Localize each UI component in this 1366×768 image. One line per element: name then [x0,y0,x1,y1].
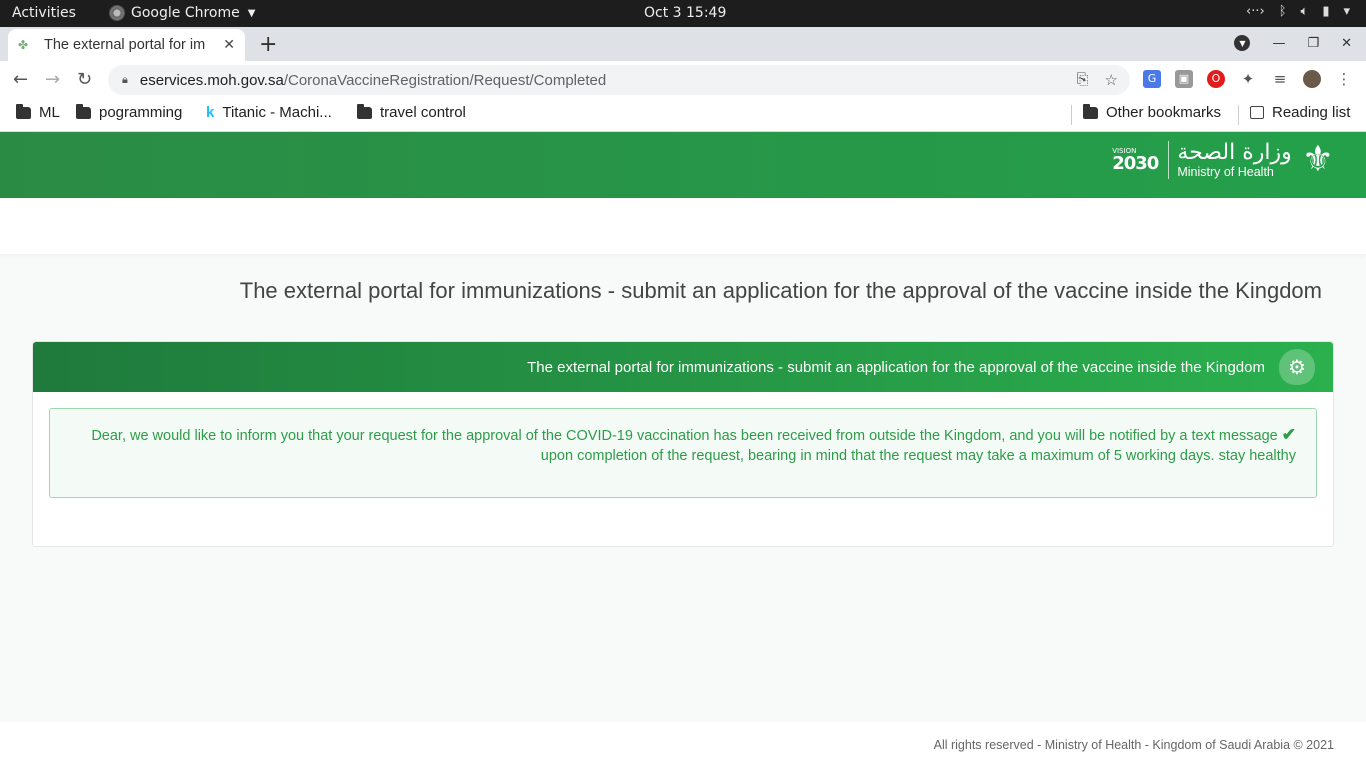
chevron-down-icon: ▾ [1343,4,1350,19]
other-bookmarks[interactable]: Other bookmarks [1083,103,1222,121]
url-path: /CoronaVaccineRegistration/Request/Compl… [283,71,607,89]
chrome-icon [109,5,125,21]
divider [1071,105,1072,125]
folder-icon [357,103,372,119]
copyright-text: All rights reserved - Ministry of Health… [933,738,1334,752]
vision-2030-logo: VISION 2030 [1112,147,1159,174]
page-title: The external portal for immunizations - … [239,278,1322,303]
omnibox-actions: ⎘ ☆ [1077,71,1118,89]
bookmark-label: Reading list [1272,104,1351,121]
bookmark-label: ML [39,104,60,121]
nav-strip [0,198,1366,254]
success-alert: Dear, we would like to inform you that y… [49,408,1317,498]
site-header: VISION 2030 وزارة الصحة Ministry of Heal… [0,132,1366,198]
browser-tab[interactable]: ✤ The external portal for im ✕ [8,29,245,61]
activities-button[interactable]: Activities [12,5,76,21]
new-tab-button[interactable]: + [259,32,277,57]
puzzle-extensions-icon[interactable]: ✦ [1239,70,1257,88]
kaggle-icon: k [206,104,215,121]
address-bar[interactable]: 🔒︎ eservices.moh.gov.sa/CoronaVaccineReg… [108,65,1130,95]
system-tray[interactable]: ‹··› ᛒ 🔈︎ ▮ ▾ [1246,4,1350,19]
tab-title: The external portal for im [44,37,206,53]
bookmarks-bar: ML pogramming k Titanic - Machi... trave… [0,98,1366,132]
alert-text-1: Dear, we would like to inform you that y… [91,428,1278,444]
divider [1238,105,1239,125]
tab-search-icon[interactable]: ▼ [1234,35,1251,51]
bookmark-label: pogramming [99,104,183,121]
vision-year: 2030 [1112,152,1159,174]
close-window-button[interactable]: ✕ [1341,36,1352,51]
shield-gear-icon: ⚙ [1279,349,1315,385]
opera-extension-icon[interactable]: O [1207,70,1225,88]
translate-icon[interactable]: ⎘ [1077,71,1089,89]
url-host: eservices.moh.gov.sa [139,71,284,89]
window-controls: ▼ — ❐ ✕ [1234,35,1352,51]
menu-icon[interactable]: ⋮ [1335,70,1353,88]
os-top-bar: Activities Google Chrome ▼ Oct 3 15:49 ‹… [0,0,1366,27]
bluetooth-icon: ᛒ [1278,4,1287,19]
browser-toolbar: ← → ↻ 🔒︎ eservices.moh.gov.sa/CoronaVacc… [0,61,1366,98]
tab-strip: ✤ The external portal for im ✕ + ▼ — ❐ ✕ [0,27,1366,61]
folder-icon [16,103,31,119]
profile-avatar[interactable] [1303,70,1321,88]
bookmark-folder-ml[interactable]: ML [16,103,60,121]
card-header: The external portal for immunizations - … [33,342,1333,392]
forward-button[interactable]: → [45,69,60,90]
reload-button[interactable]: ↻ [77,69,92,90]
extensions-area: G ▣ O ✦ ≡ ⋮ [1143,70,1353,88]
moh-logo[interactable]: VISION 2030 وزارة الصحة Ministry of Heal… [1112,140,1334,180]
ministry-name: وزارة الصحة Ministry of Health [1168,140,1292,179]
bookmark-label: travel control [380,104,466,121]
bookmark-folder-pogramming[interactable]: pogramming [76,103,183,121]
reading-list-icon [1250,106,1264,119]
restore-button[interactable]: ❐ [1307,36,1319,51]
network-icon: ‹··› [1246,4,1265,19]
alert-line-1: Dear, we would like to inform you that y… [70,425,1296,446]
folder-icon [76,103,91,119]
bookmark-titanic[interactable]: k Titanic - Machi... [206,104,332,121]
ministry-name-english: Ministry of Health [1177,165,1274,179]
folder-icon [1083,103,1098,119]
chevron-down-icon: ▼ [247,7,256,19]
extension-icon[interactable]: ▣ [1175,70,1193,88]
bookmark-folder-travel-control[interactable]: travel control [357,103,466,121]
page-footer: All rights reserved - Ministry of Health… [0,722,1366,768]
media-control-icon[interactable]: ≡ [1271,70,1289,88]
back-button[interactable]: ← [13,69,28,90]
check-icon: ✔ [1281,425,1296,444]
clock[interactable]: Oct 3 15:49 [644,5,726,21]
alert-line-2: upon completion of the request, bearing … [540,448,1296,464]
volume-icon: 🔈︎ [1300,4,1309,19]
bookmark-label: Titanic - Machi... [222,104,332,121]
favicon-icon: ✤ [18,38,29,52]
ministry-name-arabic: وزارة الصحة [1177,140,1292,165]
app-menu[interactable]: Google Chrome ▼ [109,5,255,21]
reading-list[interactable]: Reading list [1250,104,1350,121]
close-tab-icon[interactable]: ✕ [223,37,235,53]
app-name: Google Chrome [131,5,240,21]
minimize-button[interactable]: — [1272,36,1285,51]
palm-swords-emblem-icon: ⚜ [1301,139,1334,180]
lock-icon[interactable]: 🔒︎ [122,74,128,87]
card-title: The external portal for immunizations - … [527,358,1265,376]
battery-icon: ▮ [1322,4,1330,19]
bookmark-label: Other bookmarks [1106,104,1222,121]
status-card: The external portal for immunizations - … [32,341,1334,547]
bookmark-star-icon[interactable]: ☆ [1105,71,1118,89]
google-translate-icon[interactable]: G [1143,70,1161,88]
